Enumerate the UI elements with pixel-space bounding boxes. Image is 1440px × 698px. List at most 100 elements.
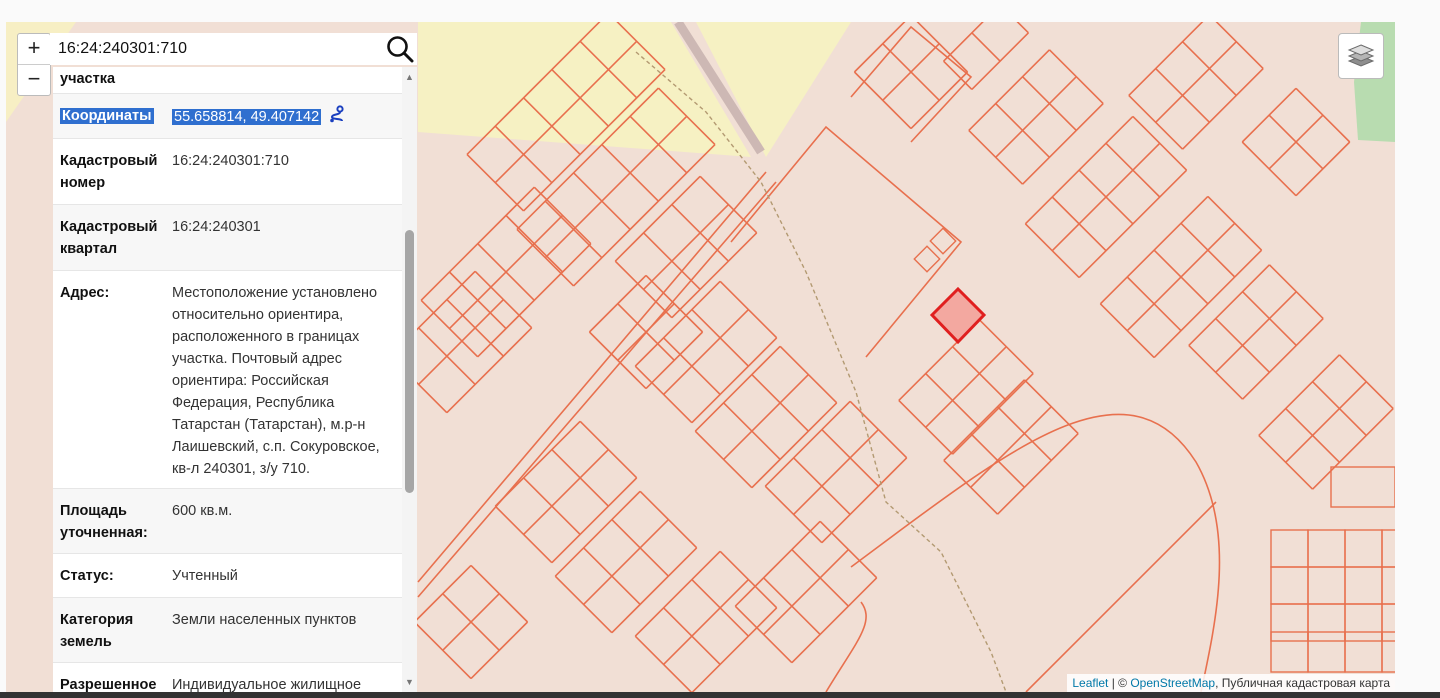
parcel-info-table: участка Координаты 55.658814, 49.407142 bbox=[53, 67, 402, 692]
parcel-boundary bbox=[1344, 566, 1383, 605]
parcel-boundary bbox=[1381, 631, 1395, 673]
map-attribution: Leaflet | © OpenStreetMap, Публичная кад… bbox=[1067, 674, 1395, 692]
parcel-boundary bbox=[1016, 22, 1029, 34]
parcel-boundary bbox=[691, 337, 778, 424]
row-coordinates: Координаты 55.658814, 49.407142 bbox=[53, 94, 402, 139]
parcel-boundary bbox=[968, 49, 1051, 132]
parcel-boundary bbox=[1155, 41, 1237, 123]
row-cadastral-quarter: Кадастровый квартал 16:24:240301 bbox=[53, 205, 402, 271]
row-status: Статус: Учтенный bbox=[53, 554, 402, 598]
row-label: Разрешенное bbox=[60, 677, 157, 692]
parcel-boundary bbox=[1307, 529, 1346, 568]
parcel-boundary bbox=[694, 345, 781, 432]
yellow-area bbox=[418, 22, 751, 157]
row-value: 16:24:240301:710 bbox=[172, 153, 289, 169]
parcel-boundary bbox=[523, 449, 609, 535]
row-value: Учтенный bbox=[172, 568, 238, 584]
row-label: Кадастровый квартал bbox=[60, 219, 158, 257]
parcel-boundary bbox=[663, 309, 749, 395]
parcel-boundary bbox=[1381, 529, 1395, 568]
parcel-boundary bbox=[1270, 603, 1309, 642]
parcel-boundary bbox=[663, 579, 749, 665]
row-address: Адрес: Местоположение установлено относи… bbox=[53, 271, 402, 489]
parcel-boundary bbox=[1025, 501, 1217, 692]
coordinates-label-cell: Координаты bbox=[60, 94, 172, 138]
selected-parcel bbox=[929, 286, 987, 345]
parcel-boundary bbox=[1381, 603, 1395, 642]
row-label: Адрес: bbox=[60, 285, 110, 301]
parcel-boundary bbox=[448, 214, 564, 330]
parcel-boundary bbox=[1330, 466, 1395, 508]
parcel-boundary bbox=[996, 432, 1079, 515]
parcel-boundary bbox=[925, 346, 1007, 428]
attribution-source: , Публичная кадастровая карта bbox=[1215, 676, 1390, 690]
parcel-boundary bbox=[1270, 529, 1309, 568]
parcel-boundary bbox=[551, 477, 638, 564]
parcel-boundary bbox=[1188, 264, 1271, 347]
parcel-boundary bbox=[1128, 22, 1204, 97]
chevron-up-icon[interactable]: ▲ bbox=[402, 69, 417, 85]
cadastral-search-input[interactable] bbox=[50, 34, 383, 64]
parcel-boundary bbox=[614, 175, 701, 262]
parcel-boundary bbox=[1311, 407, 1394, 490]
parcel-boundary bbox=[723, 374, 809, 460]
parcel-boundary bbox=[1181, 67, 1264, 150]
parcel-boundary bbox=[970, 406, 1052, 488]
search-icon[interactable] bbox=[383, 34, 417, 64]
parcel-boundary bbox=[913, 245, 941, 273]
coordinates-value-cell: 55.658814, 49.407142 bbox=[172, 94, 395, 138]
row-area: Площадь уточненная: 600 кв.м. bbox=[53, 489, 402, 554]
search-bar bbox=[50, 33, 417, 65]
zoom-control: + − bbox=[17, 33, 51, 96]
attribution-separator: | © bbox=[1108, 676, 1131, 690]
parcel-boundary bbox=[1307, 566, 1346, 605]
parcel-boundary bbox=[643, 204, 729, 290]
panel-scrollbar[interactable]: ▲ ▼ bbox=[402, 67, 417, 692]
parcel-boundary bbox=[971, 32, 1001, 62]
row-label: участка bbox=[60, 71, 116, 87]
parcel-boundary bbox=[1215, 291, 1297, 373]
parcel-boundary bbox=[763, 549, 849, 635]
parcel-boundary bbox=[1051, 142, 1161, 252]
row-value: Местоположение установлено относительно … bbox=[172, 285, 380, 477]
parcel-boundary bbox=[554, 490, 641, 577]
parcel-boundary bbox=[793, 429, 879, 515]
scroll-thumb[interactable] bbox=[405, 230, 414, 493]
window-bottom-edge bbox=[0, 692, 1440, 698]
parcel-boundary bbox=[734, 520, 821, 607]
parcel-boundary bbox=[418, 299, 504, 385]
parcel-boundary bbox=[583, 519, 669, 605]
coordinates-value[interactable]: 55.658814, 49.407142 bbox=[172, 109, 322, 126]
parcel-boundary bbox=[1344, 603, 1383, 642]
chevron-down-icon[interactable]: ▼ bbox=[402, 674, 417, 690]
zoom-in-button[interactable]: + bbox=[18, 34, 50, 64]
parcel-boundary bbox=[751, 402, 838, 489]
parcel-boundary bbox=[1307, 631, 1346, 673]
parcel-boundary bbox=[1021, 102, 1104, 185]
row-label: Площадь уточненная: bbox=[60, 503, 148, 541]
row-value: Индивидуальное жилищное bbox=[172, 677, 362, 692]
parcel-boundary bbox=[1307, 603, 1346, 642]
parcel-boundary bbox=[943, 22, 984, 62]
parcel-boundary bbox=[611, 547, 698, 634]
parcel-boundary bbox=[943, 379, 1026, 462]
cadastral-map[interactable]: + − участка Координаты 55.658814, 49.407… bbox=[6, 22, 1395, 692]
parcel-boundary bbox=[1241, 317, 1324, 400]
row-permitted-use: Разрешенное Индивидуальное жилищное bbox=[53, 663, 402, 692]
parcel-boundary bbox=[791, 577, 878, 664]
parcel-boundary bbox=[764, 400, 851, 487]
parcel-boundary bbox=[929, 227, 957, 255]
osm-link[interactable]: OpenStreetMap bbox=[1130, 676, 1215, 690]
parcel-boundary bbox=[821, 457, 908, 544]
parcel-boundary bbox=[417, 171, 767, 583]
parcel-boundary bbox=[1285, 381, 1367, 463]
parcel-boundary bbox=[1270, 566, 1309, 605]
route-icon[interactable] bbox=[328, 105, 346, 130]
parcel-boundary bbox=[573, 144, 716, 287]
layers-button[interactable] bbox=[1338, 33, 1384, 79]
leaflet-link[interactable]: Leaflet bbox=[1072, 676, 1108, 690]
parcel-boundary bbox=[951, 372, 1034, 455]
zoom-out-button[interactable]: − bbox=[18, 64, 50, 95]
parcel-boundary bbox=[850, 25, 973, 143]
parcel-boundary bbox=[825, 601, 867, 692]
